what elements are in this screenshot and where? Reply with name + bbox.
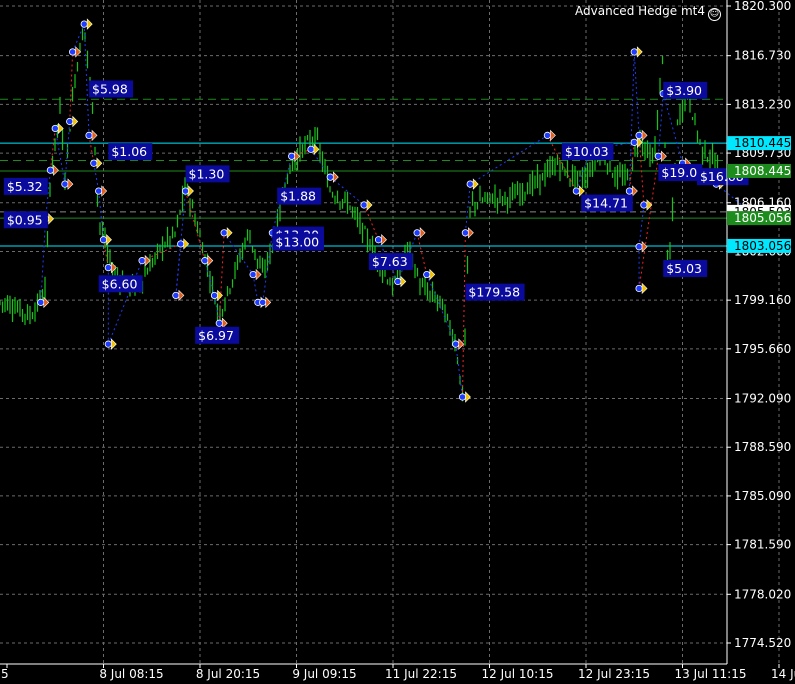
trade-open-marker xyxy=(220,229,228,237)
trade-open-marker xyxy=(46,166,55,174)
trade-open-marker xyxy=(66,117,74,126)
profit-label: $0.95 xyxy=(7,212,43,227)
trade-open-marker xyxy=(625,187,634,195)
price-marker-label: 1808.445 xyxy=(734,164,791,178)
trade-open-marker xyxy=(259,298,267,306)
price-marker-label: 1805.056 xyxy=(734,211,791,225)
trade-open-marker xyxy=(215,319,223,327)
trade-open-marker xyxy=(326,173,334,181)
trade-open-marker xyxy=(90,159,98,167)
price-marker-label: 1810.445 xyxy=(734,136,791,150)
trade-open-marker xyxy=(288,152,296,160)
price-tick-label: 1813.230 xyxy=(734,97,791,111)
time-tick-label: 5 xyxy=(1,667,9,681)
trade-open-marker xyxy=(635,131,643,140)
trade-open-marker xyxy=(360,201,368,209)
price-tick-label: 1785.090 xyxy=(734,489,791,503)
trade-open-marker xyxy=(210,291,219,300)
price-tick-label: 1781.590 xyxy=(734,538,791,552)
price-tick-label: 1816.730 xyxy=(734,49,791,63)
trade-open-marker xyxy=(85,131,93,140)
trade-open-marker xyxy=(172,291,180,300)
trade-open-marker xyxy=(413,229,421,237)
profit-label: $14.71 xyxy=(584,196,628,211)
expert-title: Advanced Hedge mt4 ☺ xyxy=(575,4,721,21)
trade-open-marker xyxy=(138,257,146,265)
price-tick-label: 1792.090 xyxy=(734,392,791,406)
trade-open-marker xyxy=(374,236,383,244)
trade-open-marker xyxy=(630,138,638,146)
profit-label: $1.06 xyxy=(111,144,147,159)
price-tick-label: 1795.660 xyxy=(734,342,791,356)
time-tick-label: 12 Jul 23:15 xyxy=(578,667,650,681)
trade-open-marker xyxy=(423,270,431,279)
profit-label: $13.00 xyxy=(275,235,319,250)
trade-open-marker xyxy=(201,257,209,265)
time-tick-label: 13 Jul 11:15 xyxy=(675,667,747,681)
profit-label: $7.63 xyxy=(372,254,408,269)
price-tick-label: 1820.300 xyxy=(734,0,791,13)
trade-open-marker xyxy=(654,152,662,160)
trade-open-marker xyxy=(461,229,469,237)
trade-open-marker xyxy=(104,340,112,348)
profit-label: $5.03 xyxy=(666,261,702,276)
trade-open-marker xyxy=(249,270,257,279)
trade-open-marker xyxy=(177,240,185,248)
trade-open-marker xyxy=(181,187,190,195)
trade-open-marker xyxy=(630,48,638,56)
time-tick-label: 11 Jul 22:15 xyxy=(385,667,457,681)
expert-name: Advanced Hedge mt4 xyxy=(575,4,705,18)
trade-open-marker xyxy=(99,236,108,244)
trade-open-marker xyxy=(394,277,402,286)
time-tick-label: 12 Jul 10:15 xyxy=(482,667,554,681)
time-tick-label: 14 Jul 00:15 xyxy=(771,667,795,681)
trade-open-marker xyxy=(80,20,88,28)
price-chart[interactable]: $5.98$1.06$5.32$0.95$1.30$1.88$13.20$13.… xyxy=(0,0,795,684)
profit-label: $10.03 xyxy=(565,144,609,159)
trade-open-marker xyxy=(458,393,467,401)
profit-label: $19.0 xyxy=(661,165,697,180)
profit-label: $3.90 xyxy=(666,83,702,98)
trade-open-marker xyxy=(466,180,474,188)
chart-background xyxy=(0,0,795,684)
trade-open-marker xyxy=(543,131,552,140)
price-tick-label: 1778.020 xyxy=(734,587,791,601)
trade-open-marker xyxy=(51,124,59,133)
trade-open-marker xyxy=(635,243,643,251)
price-marker-label: 1803.056 xyxy=(734,239,791,253)
profit-label: $5.32 xyxy=(7,179,43,194)
profit-label: $1.88 xyxy=(280,189,316,204)
trade-open-marker xyxy=(61,180,69,188)
time-tick-label: 8 Jul 08:15 xyxy=(99,667,163,681)
profit-label: $5.98 xyxy=(92,81,128,96)
trade-open-marker xyxy=(104,263,112,272)
profit-label: $6.97 xyxy=(198,328,234,343)
trade-open-marker xyxy=(635,284,643,293)
time-axis: 5 8 Jul 08:15 8 Jul 20:15 9 Jul 09:15 11 Jul… xyxy=(0,663,795,681)
trade-open-marker xyxy=(95,187,103,195)
smiley-icon: ☺ xyxy=(708,8,721,21)
price-tick-label: 1788.590 xyxy=(734,440,791,454)
trade-open-marker xyxy=(572,187,580,195)
trade-open-marker xyxy=(452,340,460,348)
trade-open-marker xyxy=(37,298,45,306)
time-tick-label: 8 Jul 20:15 xyxy=(196,667,260,681)
price-tick-label: 1774.520 xyxy=(734,636,791,650)
profit-label: $179.58 xyxy=(468,285,520,300)
chart-window[interactable]: $5.98$1.06$5.32$0.95$1.30$1.88$13.20$13.… xyxy=(0,0,795,684)
time-tick-label: 9 Jul 09:15 xyxy=(292,667,356,681)
profit-label: $6.60 xyxy=(102,276,138,291)
trade-open-marker xyxy=(640,201,648,209)
trade-open-marker xyxy=(69,48,77,56)
profit-label: $1.30 xyxy=(189,166,225,181)
trade-open-marker xyxy=(307,145,315,153)
price-tick-label: 1799.160 xyxy=(734,293,791,307)
